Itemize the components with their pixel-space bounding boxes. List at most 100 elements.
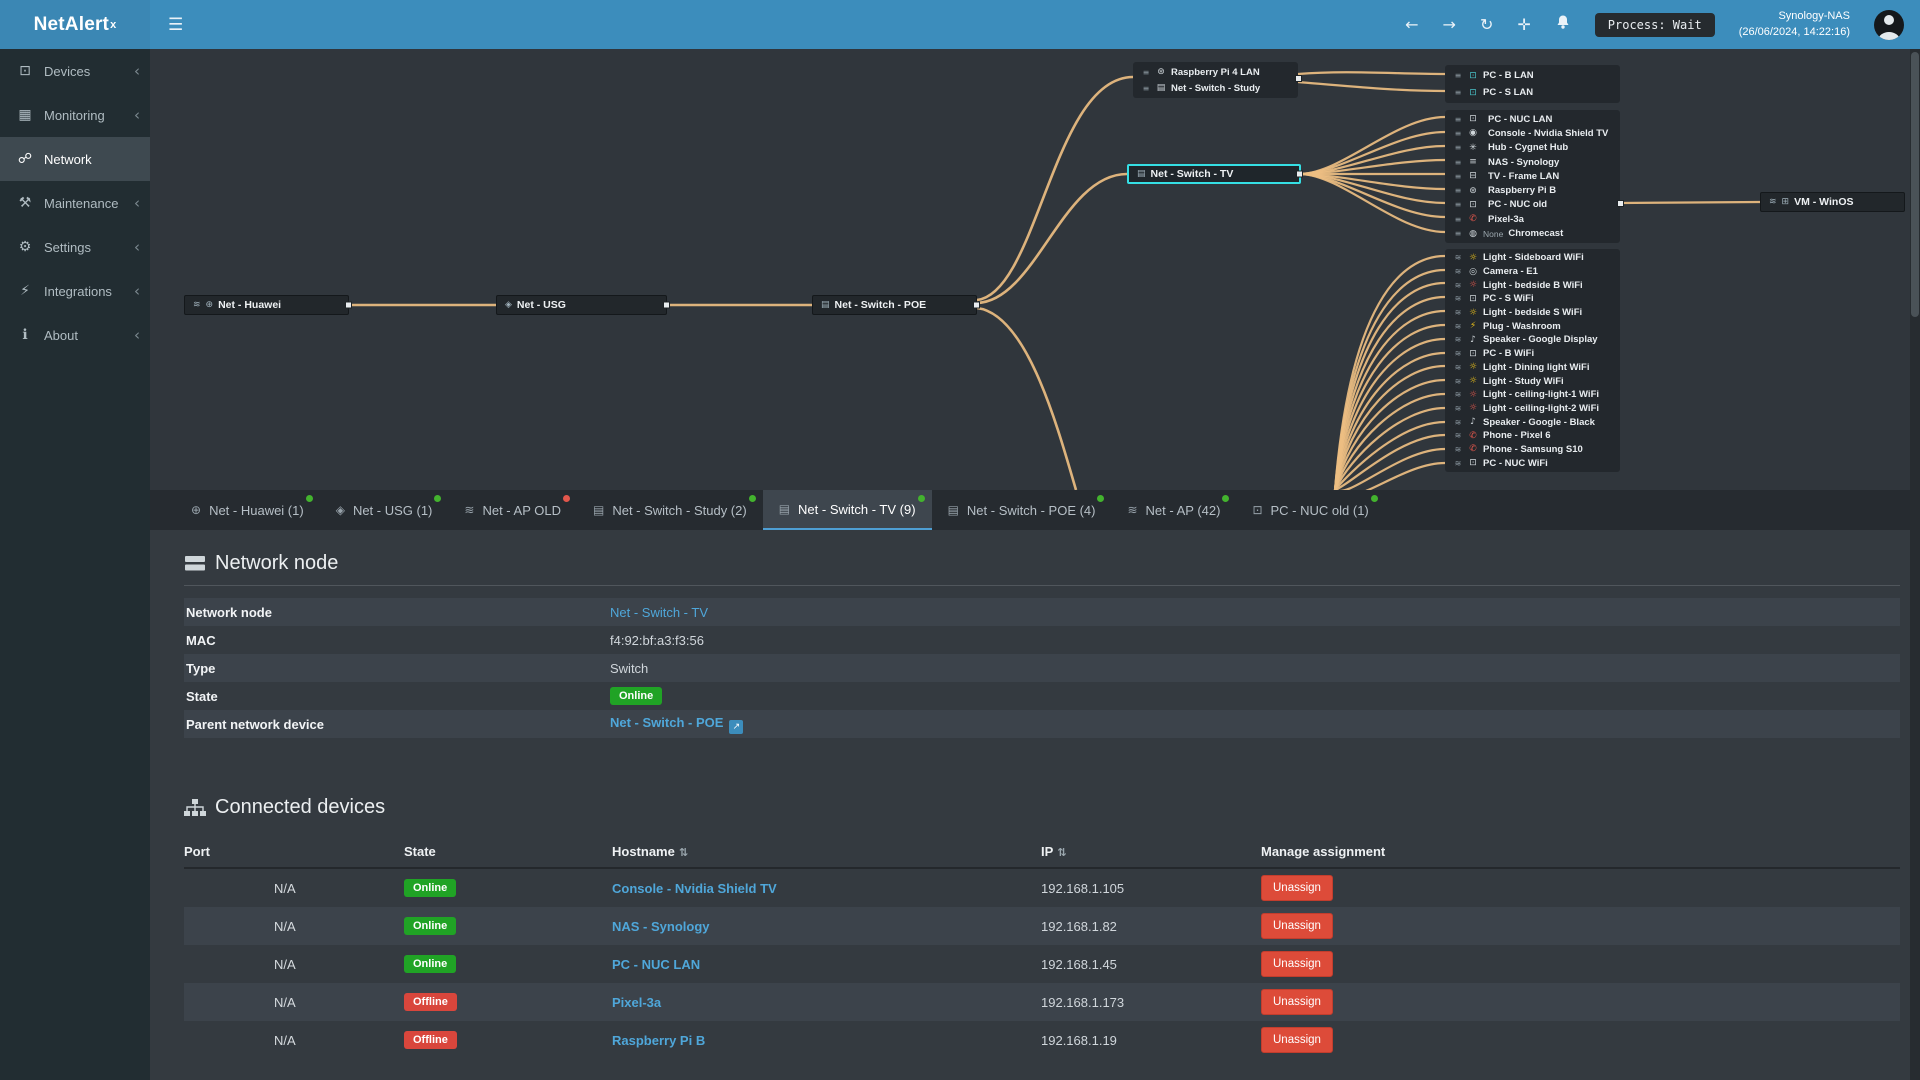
device-row[interactable]: ≋ ☼ Light - ceiling-light-1 WiFi — [1445, 388, 1620, 402]
unassign-button[interactable]: Unassign — [1261, 989, 1333, 1015]
ip-cell: 192.168.1.82 — [1041, 918, 1117, 934]
switch-icon: ▤ — [947, 503, 959, 517]
node-net-huawei[interactable]: ≋ ⊕ Net - Huawei — [184, 295, 352, 315]
device-row[interactable]: ≡ ◉ Console - Nvidia Shield TV — [1445, 126, 1620, 140]
unassign-button[interactable]: Unassign — [1261, 1027, 1333, 1053]
hostname-link[interactable]: NAS - Synology — [612, 919, 710, 934]
device-label: Light - bedside S WiFi — [1483, 307, 1583, 319]
node-tab[interactable]: ≋ Net - AP (42) — [1111, 490, 1236, 530]
node-handle[interactable] — [973, 301, 980, 309]
sidebar-item[interactable]: ⚡ Integrations ‹ — [0, 269, 150, 313]
bell-icon[interactable] — [1555, 14, 1571, 35]
sort-icon[interactable]: ⇅ — [679, 846, 688, 859]
device-row[interactable]: ≋ ⊡ PC - NUC WiFi — [1445, 456, 1620, 470]
node-tab[interactable]: ⊡ PC - NUC old (1) — [1236, 490, 1384, 530]
lan-icon: ≡ — [1454, 186, 1462, 196]
device-row[interactable]: ≡ ≡ NAS - Synology — [1445, 155, 1620, 169]
node-vm-winos[interactable]: ≋ ⊞ VM - WinOS — [1760, 192, 1905, 212]
sidebar-item[interactable]: ⚙ Settings ‹ — [0, 225, 150, 269]
device-row[interactable]: ≋ ⚡ Plug - Washroom — [1445, 319, 1620, 333]
device-row[interactable]: ≋ ♪ Speaker - Google Display — [1445, 333, 1620, 347]
device-row[interactable]: ≋ ☼ Light - Sideboard WiFi — [1445, 251, 1620, 265]
sidebar-item[interactable]: ☍ Network — [0, 137, 150, 181]
wifi-icon: ≋ — [464, 503, 475, 517]
sidebar-item[interactable]: ⊡ Devices ‹ — [0, 49, 150, 93]
node-tab[interactable]: ≋ Net - AP OLD — [448, 490, 577, 530]
device-row[interactable]: ≋ ◎ Camera - E1 — [1445, 265, 1620, 279]
node-net-switch-tv-selected[interactable]: ▤ Net - Switch - TV — [1127, 164, 1303, 184]
process-status[interactable]: Process: Wait — [1594, 12, 1715, 37]
pc-icon: ⊡ — [1469, 114, 1477, 125]
node-tab[interactable]: ⊕ Net - Huawei (1) — [175, 490, 320, 530]
device-row[interactable]: ≡ ✳ Hub - Cygnet Hub — [1445, 141, 1620, 155]
sidebar-item[interactable]: ⚒ Maintenance ‹ — [0, 181, 150, 225]
hostname-link[interactable]: PC - NUC LAN — [612, 957, 700, 972]
sort-icon[interactable]: ⇅ — [1057, 846, 1066, 859]
device-row[interactable]: ≡ ◍ None Chromecast — [1445, 226, 1620, 240]
node-tab[interactable]: ◈ Net - USG (1) — [320, 490, 449, 530]
device-row[interactable]: ≋ ☼ Light - ceiling-light-2 WiFi — [1445, 402, 1620, 416]
col-ip[interactable]: IP ⇅ — [1041, 844, 1261, 859]
hostname-link[interactable]: Console - Nvidia Shield TV — [612, 881, 777, 896]
device-row[interactable]: ≡ ✆ Pixel-3a — [1445, 212, 1620, 226]
node-link[interactable]: Net - Switch - TV — [610, 605, 708, 620]
forward-icon[interactable]: → — [1443, 15, 1456, 34]
device-row[interactable]: ≋ ⊡ PC - B WiFi — [1445, 347, 1620, 361]
device-row[interactable]: ≋ ✆ Phone - Pixel 6 — [1445, 429, 1620, 443]
state-badge: Online — [404, 955, 457, 973]
device-row[interactable]: ≋ ✆ Phone - Samsung S10 — [1445, 443, 1620, 457]
node-net-usg[interactable]: ◈ Net - USG — [496, 295, 670, 315]
node-net-switch-poe[interactable]: ▤ Net - Switch - POE — [812, 295, 980, 315]
device-row[interactable]: ≡ ⊡ PC - NUC old — [1445, 198, 1620, 212]
node-tab[interactable]: ▤ Net - Switch - POE (4) — [932, 490, 1112, 530]
scrollbar-thumb[interactable] — [1911, 52, 1919, 317]
device-label: Light - ceiling-light-1 WiFi — [1483, 389, 1600, 401]
external-link-icon[interactable]: ↗ — [729, 719, 744, 734]
scrollbar[interactable] — [1910, 49, 1920, 1080]
device-row[interactable]: ≋ ☼ Light - bedside B WiFi — [1445, 278, 1620, 292]
device-label: Chromecast — [1508, 228, 1564, 240]
lan-icon: ≡ — [1454, 114, 1462, 124]
node-tab[interactable]: ▤ Net - Switch - Study (2) — [577, 490, 763, 530]
hostname-link[interactable]: Raspberry Pi B — [612, 1033, 705, 1048]
hostname-link[interactable]: Pixel-3a — [612, 995, 661, 1010]
wifi-icon: ≋ — [1454, 349, 1462, 359]
ip-cell: 192.168.1.105 — [1041, 880, 1125, 896]
node-handle[interactable] — [1296, 170, 1303, 178]
device-row[interactable]: ≡ ⊡ PC - B LAN — [1445, 67, 1620, 84]
device-row[interactable]: ≡ ▤ Net - Switch - Study — [1133, 80, 1298, 96]
device-row[interactable]: ≋ ⊡ PC - S WiFi — [1445, 292, 1620, 306]
node-handle[interactable] — [1617, 200, 1624, 207]
device-row[interactable]: ≡ ⊡ PC - NUC LAN — [1445, 112, 1620, 126]
node-tab[interactable]: ▤ Net - Switch - TV (9) — [762, 490, 932, 530]
parent-node-link[interactable]: Net - Switch - POE — [610, 715, 723, 730]
device-row[interactable]: ≋ ☼ Light - Study WiFi — [1445, 374, 1620, 388]
device-row[interactable]: ≡ ⊛ Raspberry Pi B — [1445, 183, 1620, 197]
unassign-button[interactable]: Unassign — [1261, 913, 1333, 939]
unassign-button[interactable]: Unassign — [1261, 875, 1333, 901]
sidebar-item[interactable]: ℹ About ‹ — [0, 313, 150, 357]
device-row[interactable]: ≡ ⊛ Raspberry Pi 4 LAN — [1133, 64, 1298, 80]
device-row[interactable]: ≡ ⊟ TV - Frame LAN — [1445, 169, 1620, 183]
back-icon[interactable]: ← — [1405, 15, 1418, 34]
bulb-icon: ☼ — [1468, 280, 1478, 291]
brand-logo[interactable]: NetAlert x — [0, 0, 150, 49]
node-handle[interactable] — [345, 301, 352, 309]
device-label: Net - Switch - Study — [1171, 82, 1261, 94]
device-row[interactable]: ≡ ⊡ PC - S LAN — [1445, 84, 1620, 101]
col-hostname[interactable]: Hostname ⇅ — [612, 844, 1041, 859]
unassign-button[interactable]: Unassign — [1261, 951, 1333, 977]
device-row[interactable]: ≋ ☼ Light - bedside S WiFi — [1445, 306, 1620, 320]
status-dot — [562, 495, 570, 502]
device-row[interactable]: ≋ ☼ Light - Dining light WiFi — [1445, 361, 1620, 375]
refresh-icon[interactable]: ↻ — [1480, 15, 1493, 34]
node-handle[interactable] — [663, 301, 670, 309]
sidebar-item[interactable]: ▦ Monitoring ‹ — [0, 93, 150, 137]
avatar[interactable] — [1874, 9, 1904, 40]
connected-devices-header: Connected devices — [184, 796, 1900, 819]
move-icon[interactable]: ✛ — [1517, 15, 1530, 34]
device-note: None — [1483, 228, 1504, 239]
device-row[interactable]: ≋ ♪ Speaker - Google - Black — [1445, 415, 1620, 429]
menu-toggle-icon[interactable]: ☰ — [168, 15, 183, 35]
node-handle[interactable] — [1295, 75, 1302, 82]
